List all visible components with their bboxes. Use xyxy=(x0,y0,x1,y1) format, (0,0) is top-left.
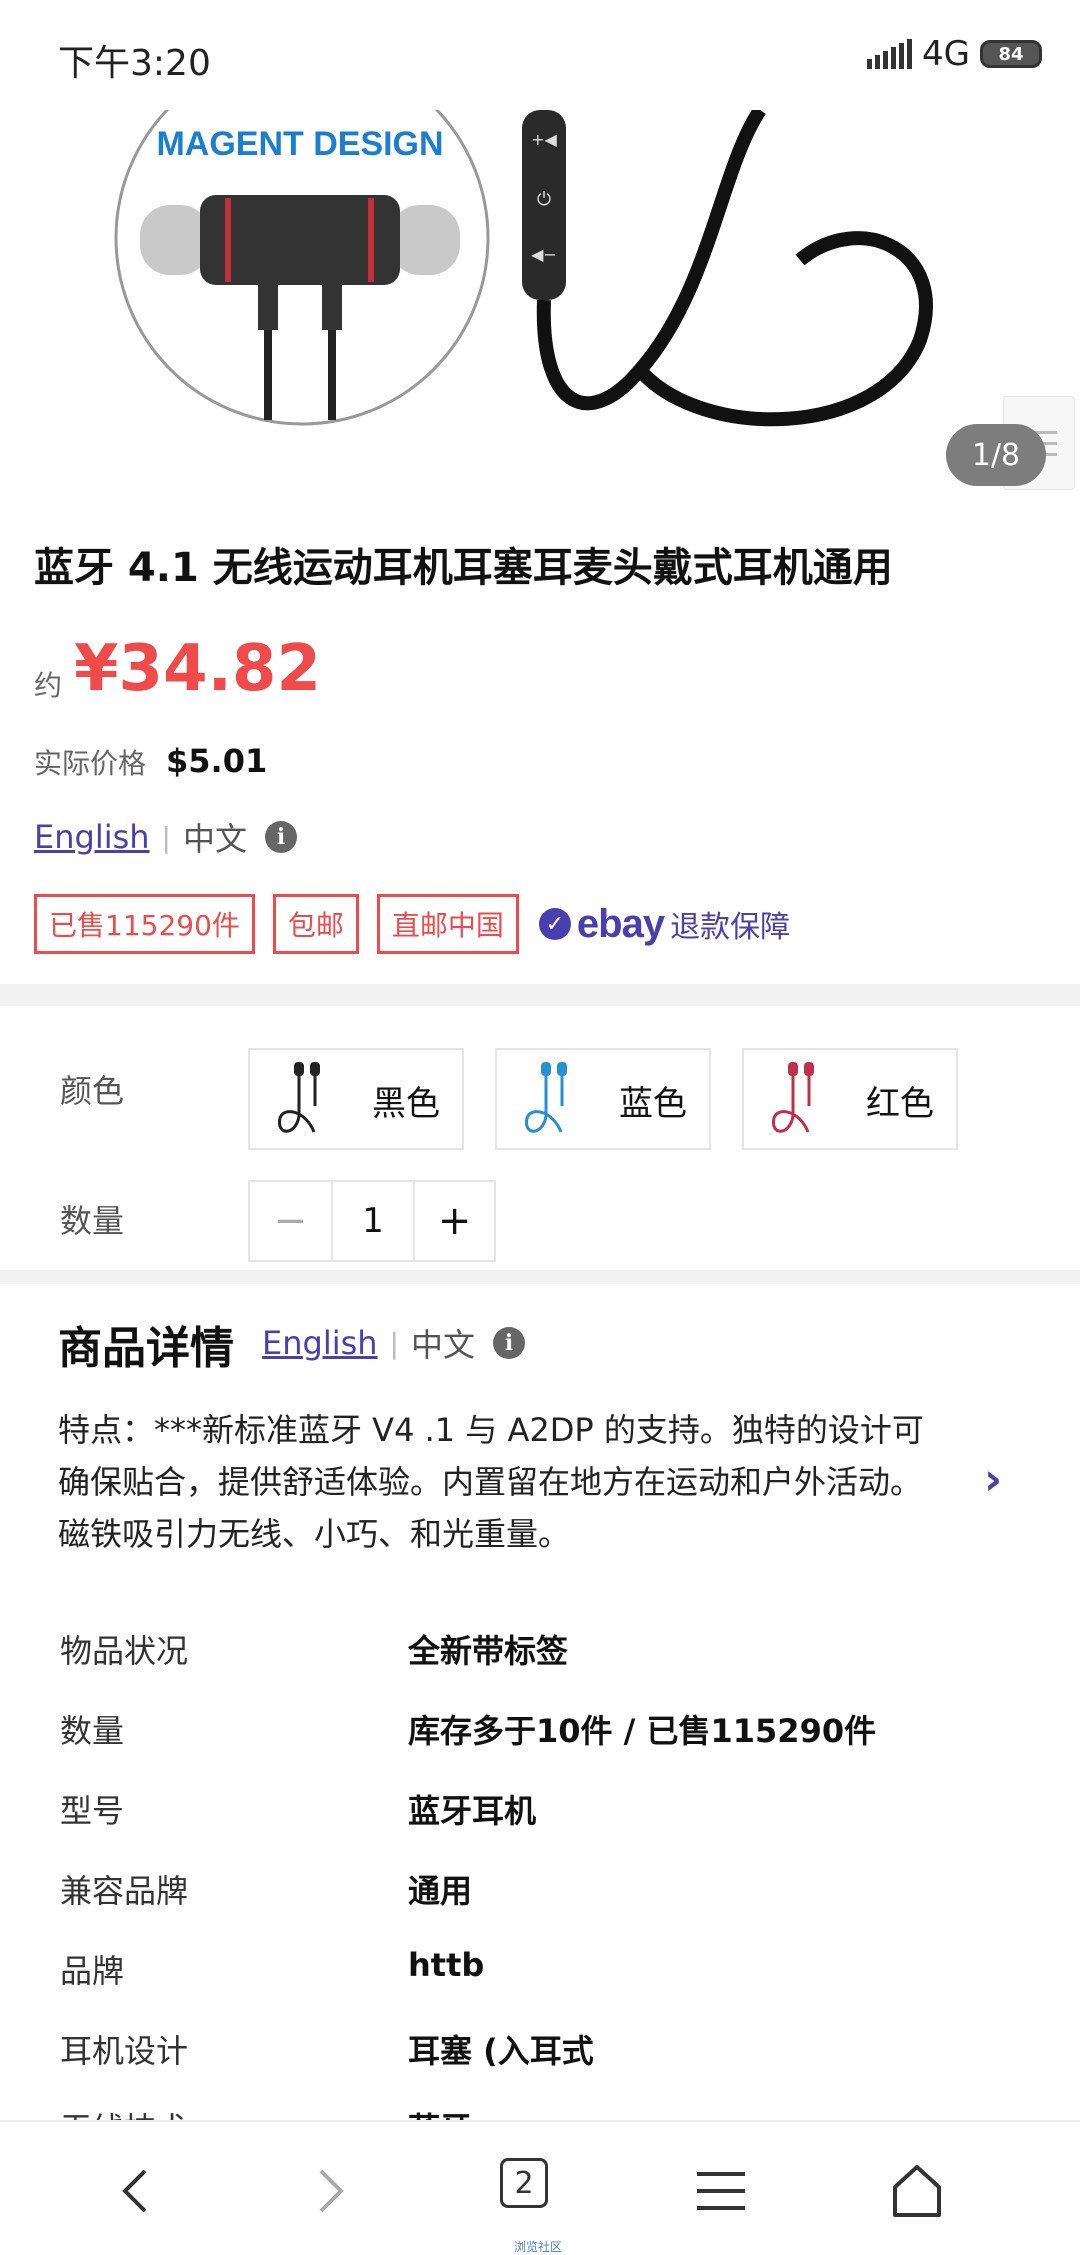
section-divider xyxy=(0,984,1080,1006)
earphone-thumbnail xyxy=(278,1062,320,1133)
forward-button[interactable] xyxy=(296,2156,366,2226)
svg-text:+◀: +◀ xyxy=(531,130,557,149)
product-image-carousel[interactable]: MAGENT DESIGN +◀ ⏻ ◀− 1/8 xyxy=(0,110,1080,510)
nav-caption: 浏览社区 xyxy=(514,2240,563,2254)
chevron-right-icon[interactable]: › xyxy=(984,1454,1002,1505)
status-indicators: 4G 84 xyxy=(867,34,1042,74)
tabs-button[interactable]: 2 xyxy=(500,2158,548,2208)
color-name: 蓝色 xyxy=(619,1084,687,1124)
earphone-thumbnail xyxy=(772,1062,814,1133)
product-image: MAGENT DESIGN +◀ ⏻ ◀− xyxy=(114,110,933,427)
tag-row: 已售115290件 包邮 直邮中国 ✓ ebay 退款保障 xyxy=(34,894,790,954)
browser-bottom-nav: 2 浏览社区 xyxy=(0,2120,1080,2254)
menu-icon xyxy=(697,2172,745,2210)
spec-value: 耳塞 (入耳式 xyxy=(408,2032,594,2070)
quantity-stepper: − 1 + xyxy=(248,1180,496,1262)
details-title: 商品详情 xyxy=(58,1323,234,1374)
menu-button[interactable] xyxy=(686,2156,756,2226)
svg-text:◀−: ◀− xyxy=(531,245,557,264)
spec-key: 品牌 xyxy=(60,1952,125,1990)
spec-key: 耳机设计 xyxy=(60,2032,189,2070)
ebay-guarantee[interactable]: ✓ ebay 退款保障 xyxy=(538,901,791,947)
spec-key: 型号 xyxy=(60,1792,125,1830)
spec-value: 通用 xyxy=(408,1872,473,1910)
status-bar: 下午3:20 4G 84 xyxy=(0,0,1080,110)
color-option-red[interactable]: 红色 xyxy=(742,1048,958,1150)
actual-price-label: 实际价格 xyxy=(34,747,147,780)
price-prefix: 约 xyxy=(34,669,63,702)
sold-count-tag: 已售115290件 xyxy=(34,894,255,954)
english-link[interactable]: English xyxy=(34,818,150,856)
signal-icon xyxy=(867,39,913,69)
lang-separator: | xyxy=(389,1326,399,1360)
chinese-link[interactable]: 中文 xyxy=(183,814,247,860)
spec-key: 数量 xyxy=(60,1712,125,1750)
refund-guarantee-text: 退款保障 xyxy=(670,910,791,945)
spec-key: 兼容品牌 xyxy=(60,1872,189,1910)
decrease-button[interactable]: − xyxy=(250,1182,333,1260)
direct-shipping-tag: 直邮中国 xyxy=(376,894,519,954)
chinese-link[interactable]: 中文 xyxy=(411,1320,475,1366)
spec-value: 库存多于10件 / 已售115290件 xyxy=(408,1712,877,1750)
info-icon[interactable]: i xyxy=(493,1327,525,1359)
battery-icon: 84 xyxy=(980,40,1042,68)
svg-text:⏻: ⏻ xyxy=(537,189,551,210)
home-button[interactable] xyxy=(882,2156,952,2226)
spec-value: 蓝牙耳机 xyxy=(408,1792,537,1830)
lang-separator: | xyxy=(161,820,171,854)
ebay-logo: ebay xyxy=(576,901,665,946)
color-label: 颜色 xyxy=(60,1072,125,1110)
status-time: 下午3:20 xyxy=(58,43,211,84)
home-icon xyxy=(893,2165,941,2217)
chevron-right-icon xyxy=(319,2169,344,2213)
increase-button[interactable]: + xyxy=(415,1182,494,1260)
color-name: 红色 xyxy=(866,1084,934,1124)
actual-price: $5.01 xyxy=(166,742,268,780)
spec-value: httb xyxy=(408,1946,485,1984)
chevron-left-icon xyxy=(122,2169,147,2213)
spec-value: 全新带标签 xyxy=(408,1632,569,1670)
language-switch: English | 中文 i xyxy=(34,814,297,860)
banner-text: MAGENT DESIGN xyxy=(156,125,443,163)
color-option-blue[interactable]: 蓝色 xyxy=(495,1048,711,1150)
color-name: 黑色 xyxy=(372,1084,440,1124)
section-divider xyxy=(0,1270,1080,1284)
quantity-value[interactable]: 1 xyxy=(333,1182,416,1260)
product-description[interactable]: 特点：***新标准蓝牙 V4 .1 与 A2DP 的支持。独特的设计可确保贴合，… xyxy=(58,1404,938,1560)
english-link[interactable]: English xyxy=(262,1324,378,1362)
info-icon[interactable]: i xyxy=(265,821,297,853)
free-shipping-tag: 包邮 xyxy=(272,894,359,954)
color-option-black[interactable]: 黑色 xyxy=(248,1048,464,1150)
check-icon: ✓ xyxy=(538,908,571,940)
price: ¥34.82 xyxy=(74,632,321,706)
network-type: 4G xyxy=(922,34,970,74)
back-button[interactable] xyxy=(100,2156,170,2226)
details-language-switch: English | 中文 i xyxy=(262,1320,525,1366)
product-title: 蓝牙 4.1 无线运动耳机耳塞耳麦头戴式耳机通用 xyxy=(34,545,893,591)
earphone-thumbnail xyxy=(525,1062,567,1133)
spec-key: 物品状况 xyxy=(60,1632,189,1670)
image-counter: 1/8 xyxy=(946,424,1046,486)
quantity-label: 数量 xyxy=(60,1202,125,1240)
